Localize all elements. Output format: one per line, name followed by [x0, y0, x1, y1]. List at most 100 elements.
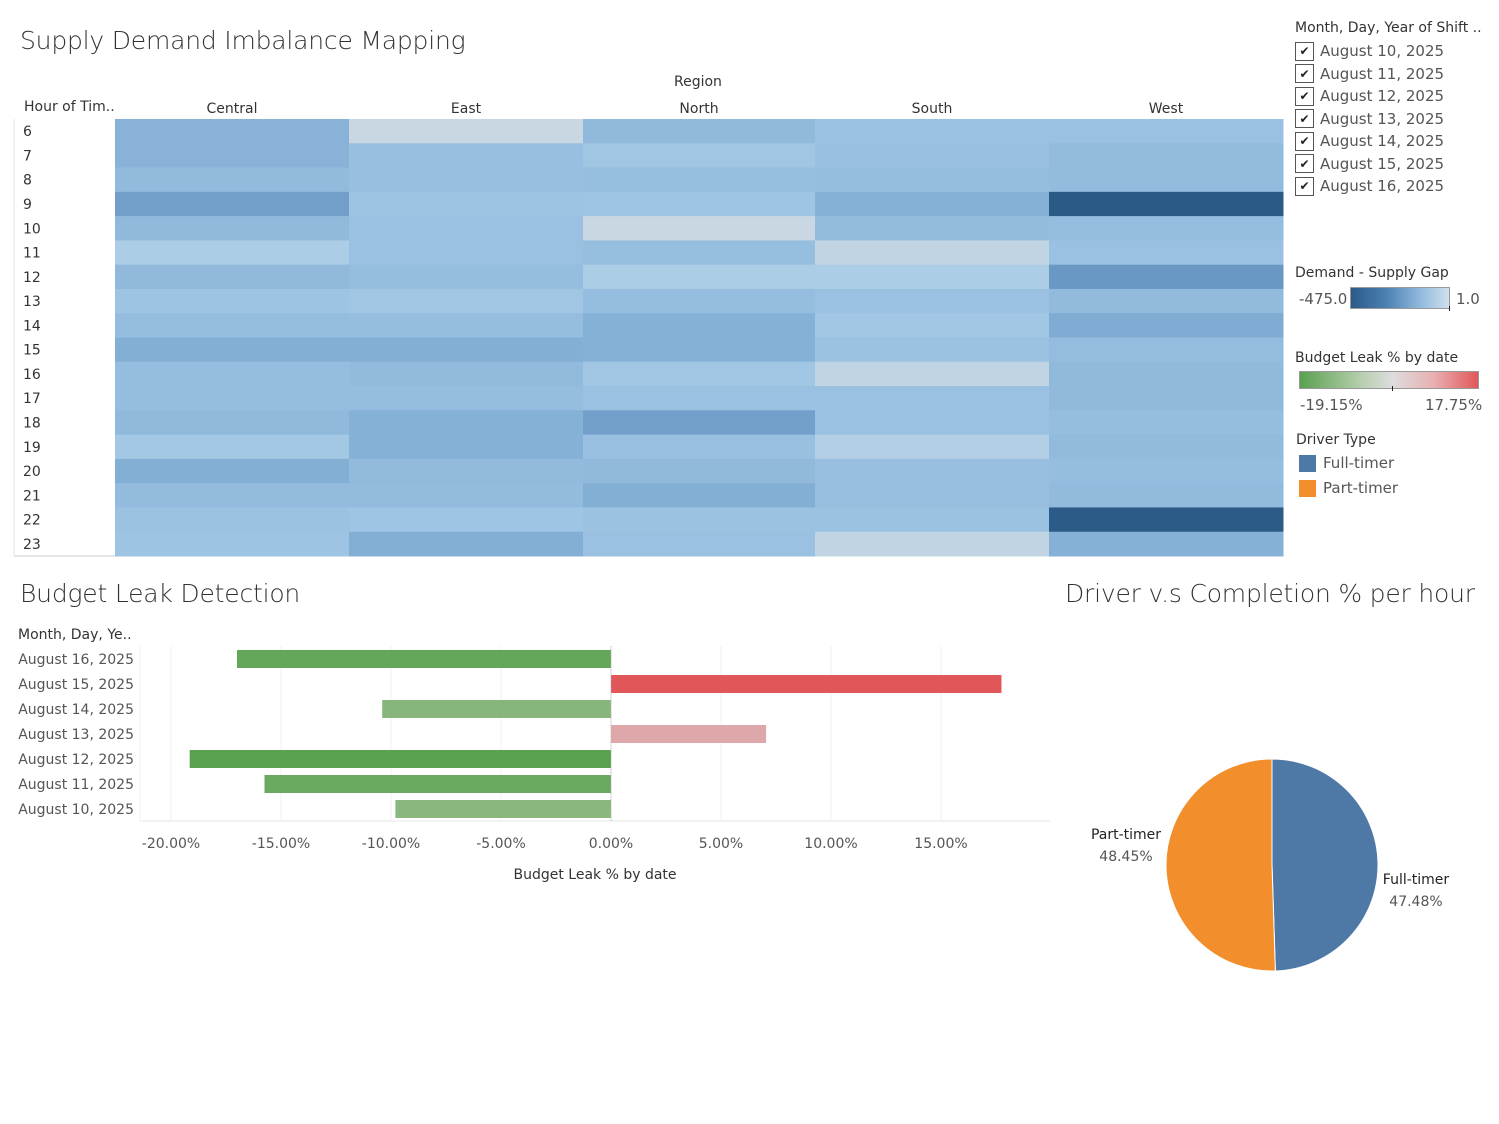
date-filter-item[interactable]: ✔ August 16, 2025 [1295, 175, 1444, 198]
heatmap-cell[interactable] [815, 216, 1050, 241]
heatmap-cell[interactable] [583, 240, 816, 266]
checkbox[interactable]: ✔ [1295, 64, 1314, 84]
budget-bar[interactable] [611, 675, 1002, 693]
heatmap-cell[interactable] [583, 434, 816, 460]
heatmap-cell[interactable] [815, 313, 1050, 338]
pie-slice[interactable] [1165, 758, 1276, 972]
heatmap-cell[interactable] [1049, 531, 1284, 557]
heatmap-cell[interactable] [815, 507, 1050, 533]
budget-bar[interactable] [611, 725, 767, 743]
heatmap-cell[interactable] [115, 531, 350, 557]
heatmap-cell[interactable] [349, 434, 584, 460]
heatmap-cell[interactable] [115, 483, 350, 508]
heatmap-cell[interactable] [815, 264, 1050, 290]
heatmap-cell[interactable] [349, 410, 584, 436]
heatmap-cell[interactable] [1049, 410, 1284, 436]
heatmap-cell[interactable] [1049, 337, 1284, 363]
heatmap-cell[interactable] [349, 361, 584, 387]
heatmap-cell[interactable] [815, 458, 1050, 484]
heatmap-cell[interactable] [1049, 458, 1284, 484]
date-filter-item[interactable]: ✔ August 10, 2025 [1295, 40, 1444, 63]
heatmap-cell[interactable] [115, 458, 350, 484]
heatmap-cell[interactable] [349, 240, 584, 266]
heatmap-cell[interactable] [583, 313, 816, 338]
heatmap-cell[interactable] [1049, 216, 1284, 241]
heatmap-cell[interactable] [815, 191, 1050, 217]
heatmap-cell[interactable] [583, 288, 816, 314]
date-filter-item[interactable]: ✔ August 15, 2025 [1295, 153, 1444, 176]
heatmap-cell[interactable] [1049, 288, 1284, 314]
date-filter-item[interactable]: ✔ August 13, 2025 [1295, 108, 1444, 131]
checkbox[interactable]: ✔ [1295, 154, 1314, 174]
heatmap-cell[interactable] [815, 143, 1050, 169]
heatmap-cell[interactable] [583, 361, 816, 387]
heatmap-cell[interactable] [583, 458, 816, 484]
heatmap-cell[interactable] [115, 264, 350, 290]
heatmap-cell[interactable] [115, 191, 350, 217]
heatmap-cell[interactable] [349, 507, 584, 533]
heatmap-cell[interactable] [115, 240, 350, 266]
heatmap-cell[interactable] [815, 337, 1050, 363]
checkbox[interactable]: ✔ [1295, 176, 1314, 196]
budget-bar[interactable] [237, 650, 611, 668]
heatmap-cell[interactable] [815, 167, 1050, 193]
heatmap-cell[interactable] [1049, 313, 1284, 338]
heatmap-cell[interactable] [583, 119, 816, 144]
date-filter-item[interactable]: ✔ August 12, 2025 [1295, 85, 1444, 108]
heatmap-cell[interactable] [349, 143, 584, 169]
heatmap-cell[interactable] [1049, 240, 1284, 266]
heatmap-cell[interactable] [349, 531, 584, 557]
pie-slice[interactable] [1271, 758, 1379, 972]
budget-bar[interactable] [395, 800, 611, 818]
heatmap-cell[interactable] [815, 434, 1050, 460]
heatmap-cell[interactable] [583, 386, 816, 411]
heatmap-cell[interactable] [583, 483, 816, 508]
heatmap-cell[interactable] [1049, 434, 1284, 460]
heatmap-cell[interactable] [115, 119, 350, 144]
heatmap-cell[interactable] [115, 361, 350, 387]
heatmap-cell[interactable] [815, 288, 1050, 314]
heatmap-cell[interactable] [815, 483, 1050, 508]
heatmap-cell[interactable] [815, 531, 1050, 557]
heatmap-cell[interactable] [583, 264, 816, 290]
heatmap-cell[interactable] [349, 288, 584, 314]
heatmap-cell[interactable] [349, 119, 584, 144]
heatmap-cell[interactable] [115, 167, 350, 193]
budget-bar[interactable] [189, 750, 611, 768]
heatmap-cell[interactable] [583, 167, 816, 193]
heatmap-cell[interactable] [115, 386, 350, 411]
heatmap-cell[interactable] [349, 483, 584, 508]
budget-bar[interactable] [382, 700, 611, 718]
heatmap-cell[interactable] [1049, 361, 1284, 387]
heatmap-cell[interactable] [583, 216, 816, 241]
driver-legend-part-timer[interactable]: Part-timer [1299, 479, 1398, 497]
date-filter-item[interactable]: ✔ August 11, 2025 [1295, 63, 1444, 86]
heatmap-cell[interactable] [583, 507, 816, 533]
heatmap-cell[interactable] [1049, 507, 1284, 533]
heatmap-cell[interactable] [1049, 167, 1284, 193]
heatmap-cell[interactable] [815, 119, 1050, 144]
heatmap-cell[interactable] [583, 143, 816, 169]
heatmap-cell[interactable] [115, 288, 350, 314]
heatmap-cell[interactable] [1049, 386, 1284, 411]
checkbox[interactable]: ✔ [1295, 131, 1314, 151]
heatmap-cell[interactable] [815, 386, 1050, 411]
budget-bar[interactable] [264, 775, 612, 793]
heatmap-cell[interactable] [815, 410, 1050, 436]
heatmap-cell[interactable] [583, 410, 816, 436]
checkbox[interactable]: ✔ [1295, 109, 1314, 129]
heatmap-cell[interactable] [1049, 119, 1284, 144]
heatmap-cell[interactable] [349, 313, 584, 338]
heatmap-cell[interactable] [349, 216, 584, 241]
date-filter-item[interactable]: ✔ August 14, 2025 [1295, 130, 1444, 153]
heatmap-cell[interactable] [1049, 191, 1284, 217]
heatmap-cell[interactable] [115, 410, 350, 436]
heatmap-cell[interactable] [349, 191, 584, 217]
heatmap-cell[interactable] [583, 337, 816, 363]
budget-date-row-header[interactable]: Month, Day, Ye.. [18, 627, 132, 643]
heatmap-cell[interactable] [583, 531, 816, 557]
checkbox[interactable]: ✔ [1295, 41, 1314, 61]
heatmap-cell[interactable] [349, 337, 584, 363]
heatmap-cell[interactable] [115, 216, 350, 241]
heatmap-cell[interactable] [1049, 264, 1284, 290]
